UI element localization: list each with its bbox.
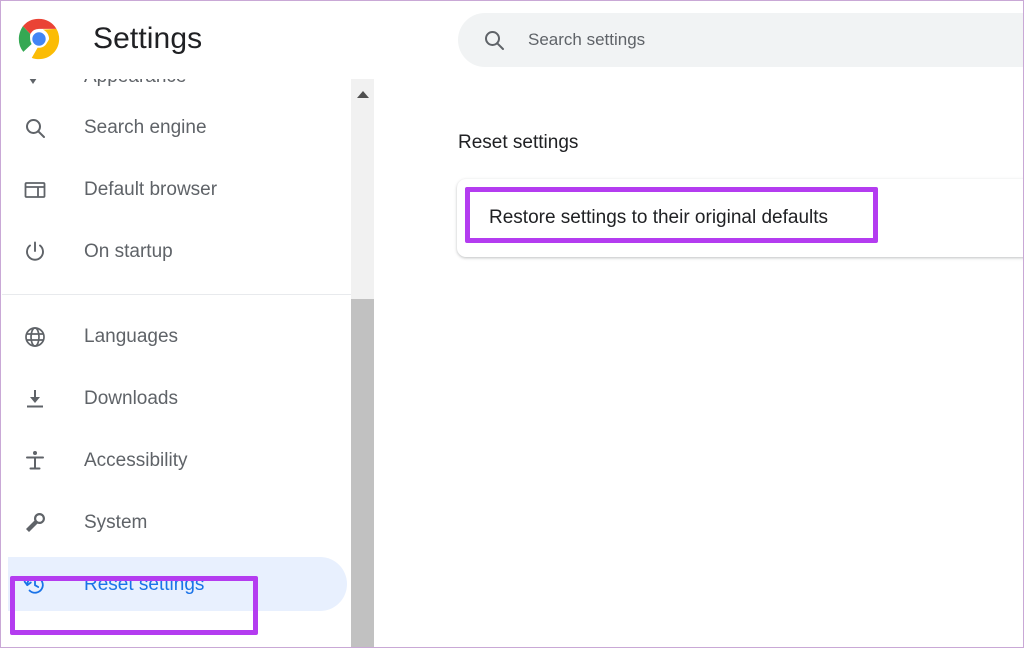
caret-up-icon[interactable] xyxy=(351,85,374,105)
brand: Settings xyxy=(17,17,202,61)
sidebar-item-downloads[interactable]: Downloads xyxy=(2,368,351,430)
sidebar-item-label: Default browser xyxy=(84,179,218,200)
scrollbar-thumb[interactable] xyxy=(351,299,374,647)
sidebar-item-default-browser[interactable]: Default browser xyxy=(2,159,351,221)
main-content: Reset settings Restore settings to their… xyxy=(374,79,1023,647)
page-title: Settings xyxy=(93,22,203,55)
sidebar-scrollbar[interactable] xyxy=(351,79,374,647)
paint-roller-icon xyxy=(22,79,48,90)
settings-sidebar: Appearance Search engine xyxy=(2,79,351,647)
search-icon xyxy=(482,28,506,52)
sidebar-item-label: System xyxy=(84,512,148,533)
sidebar-item-on-startup[interactable]: On startup xyxy=(2,221,351,283)
sidebar-item-appearance[interactable]: Appearance xyxy=(2,79,351,97)
browser-window-icon xyxy=(22,177,48,203)
sidebar-item-label: Downloads xyxy=(84,388,178,409)
sidebar-item-system[interactable]: System xyxy=(2,492,351,554)
wrench-icon xyxy=(22,510,48,536)
globe-icon xyxy=(22,324,48,350)
restore-defaults-label: Restore settings to their original defau… xyxy=(489,207,829,228)
power-icon xyxy=(22,239,48,265)
sidebar-item-accessibility[interactable]: Accessibility xyxy=(2,430,351,492)
history-restore-icon xyxy=(22,572,48,598)
sidebar-item-label: Languages xyxy=(84,326,179,347)
top-bar: Settings xyxy=(1,1,1023,79)
sidebar-nav-list: Appearance Search engine xyxy=(2,79,351,616)
sidebar-item-label: Search engine xyxy=(84,117,207,138)
sidebar-item-label: Reset settings xyxy=(84,574,205,595)
settings-window: Settings Search settings Search engine D… xyxy=(0,0,1024,648)
reset-settings-card: Restore settings to their original defau… xyxy=(457,179,1023,257)
sidebar-item-search-engine[interactable]: Search engine xyxy=(2,97,351,159)
download-icon xyxy=(22,386,48,412)
sidebar-item-label: Accessibility xyxy=(84,450,188,471)
sidebar-divider xyxy=(2,294,351,295)
restore-defaults-row[interactable]: Restore settings to their original defau… xyxy=(457,179,1023,257)
search-bar[interactable] xyxy=(458,13,1023,67)
chrome-logo xyxy=(17,17,61,61)
sidebar-item-reset-settings[interactable]: Reset settings xyxy=(2,554,351,616)
search-input[interactable] xyxy=(528,30,1023,50)
sidebar-item-label: Appearance xyxy=(84,79,186,88)
sidebar-item-languages[interactable]: Languages xyxy=(2,306,351,368)
search-icon xyxy=(22,115,48,141)
sidebar-item-label: On startup xyxy=(84,241,173,262)
accessibility-icon xyxy=(22,448,48,474)
section-title: Reset settings xyxy=(458,132,579,153)
